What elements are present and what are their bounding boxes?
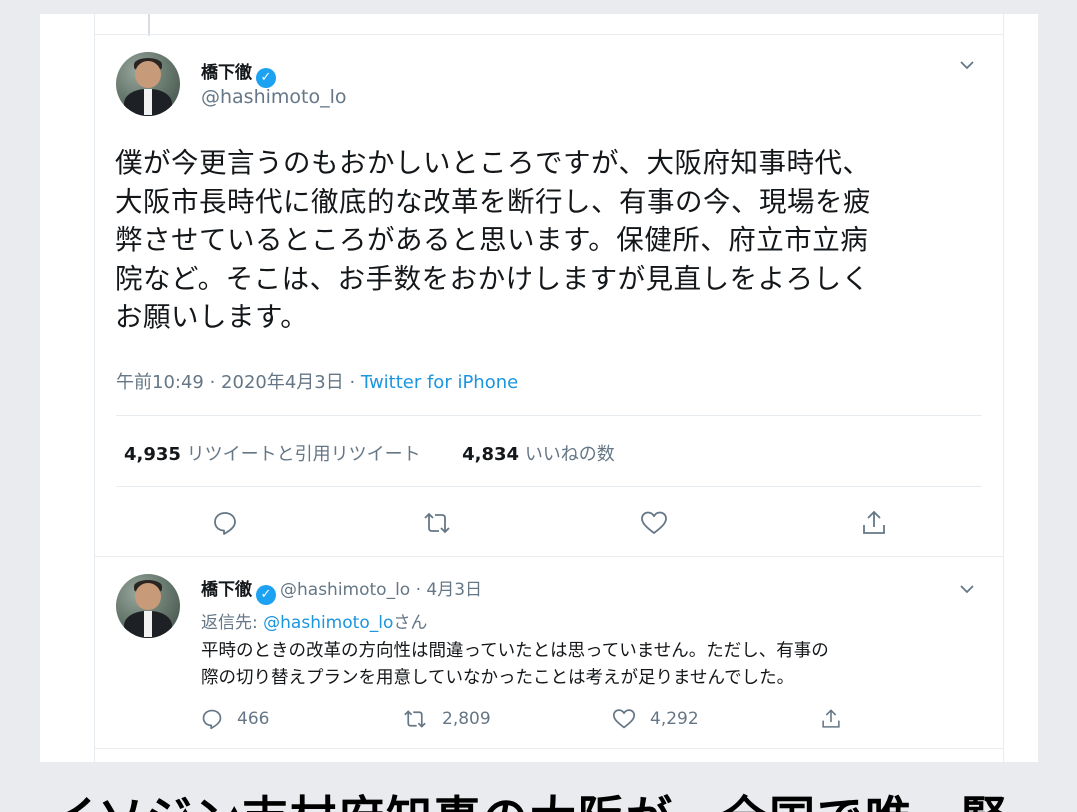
share-button[interactable] — [860, 509, 888, 537]
retweet-label: リツイートと引用リツイート — [186, 444, 421, 465]
reply-author-avatar[interactable] — [116, 574, 180, 638]
stats-divider — [116, 486, 982, 487]
tweet-card: 橋下徹 ✓ @hashimoto_lo 僕が今更言うのもおかしいところですが、大阪… — [40, 14, 1038, 762]
tweet-text-line: 院など。そこは、お手数をおかけしますが見直しをよろしく — [115, 262, 870, 295]
retweet-arrows-icon — [424, 512, 450, 534]
reply-to-line: 返信先: @hashimoto_loさん — [201, 608, 427, 633]
reply-mention[interactable]: @hashimoto_lo — [263, 613, 393, 633]
like-button[interactable] — [640, 510, 668, 536]
share-upload-icon — [822, 709, 840, 728]
heart-icon — [613, 709, 635, 729]
reply-divider — [94, 556, 1004, 557]
reply-like-button[interactable]: 4,292 — [612, 708, 699, 730]
tweet-text-line: お願いします。 — [115, 301, 309, 333]
meta-divider — [116, 415, 982, 416]
thread-connector — [148, 14, 150, 36]
tweet-meta: 午前10:49 · 2020年4月3日 · Twitter for iPhone — [116, 368, 518, 394]
reply-bubble-icon — [214, 512, 236, 535]
tweet-text-line: 弊させているところがあると思います。保健所、府立市立病 — [115, 224, 869, 256]
caption-text: イソジン吉村府知事の大阪が、全国で唯一緊 — [50, 782, 1009, 812]
retweet-arrows-icon — [404, 710, 426, 728]
author-name[interactable]: 橋下徹 — [201, 63, 252, 83]
retweet-stat[interactable]: 4,935 リツイートと引用リツイート — [124, 444, 421, 465]
tweet-text: 僕が今更言うのもおかしいところですが、大阪府知事時代、 大阪市長時代に徹底的な改… — [115, 144, 995, 337]
tweet-source[interactable]: Twitter for iPhone — [361, 372, 518, 393]
tweet-text-line: 大阪市長時代に徹底的な改革を断行し、有事の今、現場を疲 — [115, 185, 871, 218]
reply-reply-button[interactable]: 466 — [201, 708, 269, 730]
reply-reply-count: 466 — [237, 709, 270, 729]
reply-to-prefix: 返信先: — [201, 613, 264, 633]
author-handle[interactable]: @hashimoto_lo — [201, 86, 347, 108]
reply-author-name[interactable]: 橋下徹 — [201, 580, 252, 600]
reply-text-line: 際の切り替えプランを用意していなかったことは考えが足りませんでした。 — [201, 668, 795, 688]
like-label: いいねの数 — [524, 444, 615, 465]
reply-text: 平時のときの改革の方向性は間違っていたとは思っていません。ただし、有事の 際の切… — [201, 638, 1011, 692]
reply-retweet-button[interactable]: 2,809 — [402, 708, 491, 730]
reply-like-count: 4,292 — [650, 709, 699, 729]
verified-check-icon: ✓ — [256, 68, 276, 88]
author-avatar[interactable] — [116, 52, 180, 116]
heart-icon — [641, 511, 667, 534]
like-stat[interactable]: 4,834 いいねの数 — [462, 444, 615, 465]
reply-share-button[interactable] — [820, 708, 842, 730]
top-divider — [94, 34, 1004, 35]
retweet-button[interactable] — [422, 510, 452, 536]
card-left-border — [94, 14, 95, 762]
reply-bubble-icon — [202, 709, 222, 730]
tweet-text-line: 僕が今更言うのもおかしいところですが、大阪府知事時代、 — [115, 147, 871, 179]
share-upload-icon — [863, 510, 885, 534]
tweet-timestamp[interactable]: 午前10:49 · 2020年4月3日 · — [116, 372, 361, 393]
like-count: 4,834 — [462, 444, 520, 465]
reply-button[interactable] — [212, 510, 238, 536]
verified-check-icon: ✓ — [256, 585, 276, 605]
author-name-row[interactable]: 橋下徹 ✓ — [201, 58, 276, 88]
reply-to-suffix: さん — [393, 613, 428, 633]
reply-text-line: 平時のときの改革の方向性は間違っていたとは思っていません。ただし、有事の — [201, 641, 829, 661]
chevron-down-icon[interactable] — [958, 56, 976, 75]
reply-retweet-count: 2,809 — [442, 709, 491, 729]
tweet-stats: 4,935 リツイートと引用リツイート 4,834 いいねの数 — [124, 440, 615, 466]
reply-handle-date[interactable]: @hashimoto_lo · 4月3日 — [280, 580, 482, 600]
bottom-divider — [94, 748, 1004, 749]
chevron-down-icon[interactable] — [958, 580, 976, 599]
retweet-count: 4,935 — [124, 444, 181, 465]
reply-header: 橋下徹 ✓ @hashimoto_lo · 4月3日 — [201, 575, 482, 605]
